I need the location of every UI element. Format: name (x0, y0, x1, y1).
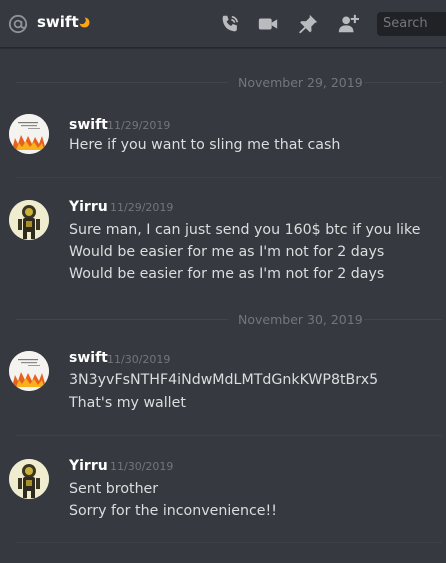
message-group: Yirru 11/29/2019 Sure man, I can just se… (0, 197, 446, 297)
add-member-icon[interactable] (337, 13, 359, 35)
message-text: Sent brother (69, 481, 159, 497)
message-text: That's my wallet (69, 395, 186, 411)
message-group: Yirru 11/30/2019 Sent brother Sorry for … (0, 456, 446, 536)
pin-icon[interactable] (297, 13, 319, 35)
message-separator (16, 542, 442, 543)
divider-line (364, 319, 442, 320)
divider-line (16, 319, 228, 320)
avatar-image (9, 114, 49, 154)
avatar-swift[interactable] (9, 114, 49, 154)
avatar-yirru[interactable] (9, 200, 49, 240)
message-separator (16, 177, 442, 178)
channel-header: swift Search (0, 0, 446, 48)
timestamp: 11/30/2019 (107, 353, 171, 366)
avatar-image (9, 200, 49, 240)
call-icon[interactable] (219, 13, 241, 35)
username[interactable]: Yirru (69, 199, 108, 215)
at-icon (8, 14, 28, 34)
avatar-yirru[interactable] (9, 459, 49, 499)
username[interactable]: swift (69, 117, 108, 133)
avatar-image (9, 351, 49, 391)
divider-date: November 30, 2019 (238, 312, 363, 327)
message-group: swift 11/29/2019 Here if you want to sli… (0, 113, 446, 175)
date-divider: November 29, 2019 (16, 75, 442, 90)
message-group: swift 11/30/2019 3N3yvFsNTHF4iNdwMdLMTdG… (0, 350, 446, 420)
divider-line (364, 82, 442, 83)
channel-name: swift (37, 13, 79, 31)
message-text: Sorry for the inconvenience!! (69, 503, 277, 519)
divider-date: November 29, 2019 (238, 75, 363, 90)
moon-status-icon (79, 17, 90, 28)
search-input[interactable]: Search (377, 12, 446, 36)
divider-line (16, 82, 228, 83)
message-text: Sure man, I can just send you 160$ btc i… (69, 222, 421, 238)
date-divider: November 30, 2019 (16, 312, 442, 327)
timestamp: 11/30/2019 (110, 460, 174, 473)
avatar-image (9, 459, 49, 499)
username[interactable]: Yirru (69, 458, 108, 474)
username[interactable]: swift (69, 350, 108, 366)
message-text: Would be easier for me as I'm not for 2 … (69, 266, 385, 282)
timestamp: 11/29/2019 (110, 201, 174, 214)
message-text: 3N3yvFsNTHF4iNdwMdLMTdGnkKWP8tBrx5 (69, 372, 379, 388)
timestamp: 11/29/2019 (107, 119, 171, 132)
message-text: Would be easier for me as I'm not for 2 … (69, 244, 385, 260)
message-text: Here if you want to sling me that cash (69, 137, 341, 153)
message-separator (16, 435, 442, 436)
video-icon[interactable] (257, 13, 279, 35)
avatar-swift[interactable] (9, 351, 49, 391)
